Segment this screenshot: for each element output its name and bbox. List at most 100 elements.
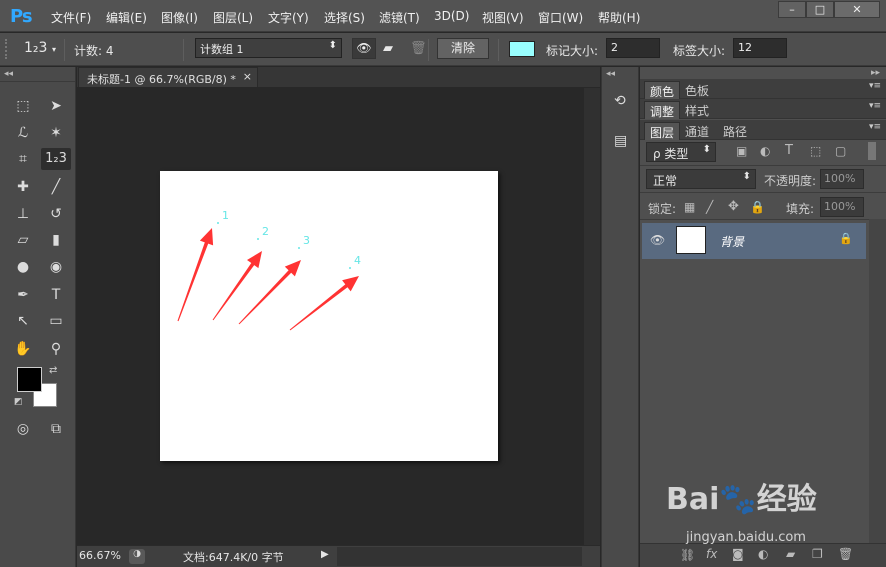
filter-adjust-icon[interactable]: ◐ bbox=[760, 144, 770, 158]
layers-scrollbar[interactable] bbox=[869, 219, 886, 543]
fill-input[interactable]: 100% bbox=[820, 197, 864, 217]
tab-close-icon[interactable]: × bbox=[243, 70, 252, 83]
tab-swatches[interactable]: 色板 bbox=[680, 81, 714, 99]
layer-row-background[interactable]: 👁 背景 🔒 bbox=[642, 223, 866, 259]
filter-toggle-switch[interactable] bbox=[868, 142, 876, 160]
panel-menu-icon[interactable]: ▾≡ bbox=[869, 122, 881, 132]
menu-image[interactable]: 图像(I) bbox=[161, 9, 198, 26]
default-colors-icon[interactable]: ◩ bbox=[14, 397, 23, 407]
tab-adjustments[interactable]: 调整 bbox=[644, 101, 681, 119]
gradient-tool-icon[interactable]: ▮ bbox=[44, 229, 68, 251]
folder-icon[interactable]: ▰ bbox=[383, 41, 393, 56]
history-panel-icon[interactable]: ⟲ bbox=[614, 93, 626, 109]
shape-tool-icon[interactable]: ▭ bbox=[44, 310, 68, 332]
pen-tool-icon[interactable]: ✒ bbox=[11, 284, 35, 306]
filter-type-icon[interactable]: T bbox=[785, 143, 793, 158]
clear-button[interactable]: 清除 bbox=[437, 38, 489, 59]
filter-shape-icon[interactable]: ⬚ bbox=[810, 144, 821, 158]
healing-brush-tool-icon[interactable]: ✚ bbox=[11, 176, 35, 198]
document-canvas[interactable]: 1 2 3 4 bbox=[160, 171, 498, 461]
history-brush-tool-icon[interactable]: ↺ bbox=[44, 203, 68, 225]
menu-filter[interactable]: 滤镜(T) bbox=[379, 9, 420, 26]
collapse-arrows-icon[interactable]: ◂◂ bbox=[4, 69, 13, 79]
dodge-tool-icon[interactable]: ◉ bbox=[44, 256, 68, 278]
new-layer-icon[interactable]: ❐ bbox=[812, 547, 823, 561]
preset-chevron-down-icon[interactable]: ▾ bbox=[52, 45, 56, 54]
lock-brush-icon[interactable]: ╱ bbox=[706, 200, 713, 214]
menu-layer[interactable]: 图层(L) bbox=[213, 9, 253, 26]
blend-mode-select[interactable]: 正常 ⬍ bbox=[646, 169, 756, 189]
panel-menu-icon[interactable]: ▾≡ bbox=[869, 81, 881, 91]
swap-colors-icon[interactable]: ⇄ bbox=[49, 365, 57, 376]
move-tool-icon[interactable]: ➤ bbox=[44, 95, 68, 117]
new-group-icon[interactable]: ▰ bbox=[786, 547, 795, 561]
path-selection-tool-icon[interactable]: ↖ bbox=[11, 310, 35, 332]
menu-window[interactable]: 窗口(W) bbox=[538, 9, 583, 26]
menu-type[interactable]: 文字(Y) bbox=[268, 9, 309, 26]
crop-tool-icon[interactable]: ⌗ bbox=[11, 148, 35, 170]
menu-help[interactable]: 帮助(H) bbox=[598, 9, 640, 26]
marquee-tool-icon[interactable]: ⬚ bbox=[11, 95, 35, 117]
status-menu-arrow-icon[interactable]: ▶ bbox=[321, 549, 329, 560]
menu-view[interactable]: 视图(V) bbox=[482, 9, 524, 26]
filter-pixel-icon[interactable]: ▣ bbox=[736, 144, 747, 158]
vertical-scrollbar[interactable] bbox=[584, 88, 600, 545]
maximize-button[interactable]: □ bbox=[806, 1, 834, 18]
status-share-icon[interactable]: ◑ bbox=[129, 549, 145, 564]
stamp-tool-icon[interactable]: ⊥ bbox=[11, 203, 35, 225]
horizontal-scrollbar[interactable] bbox=[337, 547, 582, 566]
count-marker-2[interactable] bbox=[257, 238, 259, 240]
delete-layer-icon[interactable]: 🗑 bbox=[838, 547, 853, 561]
count-tool-preset-icon[interactable]: 1₂3 bbox=[24, 40, 47, 56]
tab-channels[interactable]: 通道 bbox=[680, 122, 714, 140]
zoom-tool-icon[interactable]: ⚲ bbox=[44, 338, 68, 360]
screen-mode-icon[interactable]: ⧉ bbox=[44, 418, 68, 440]
filter-smart-icon[interactable]: ▢ bbox=[835, 144, 846, 158]
opacity-input[interactable]: 100% bbox=[820, 169, 864, 189]
count-tool-icon[interactable]: 1₂3 bbox=[41, 148, 71, 170]
layer-style-fx-icon[interactable]: fx bbox=[706, 547, 717, 561]
blur-tool-icon[interactable]: ● bbox=[11, 256, 35, 278]
panel-menu-icon[interactable]: ▾≡ bbox=[869, 101, 881, 111]
collapse-arrows-icon[interactable]: ◂◂ bbox=[606, 69, 615, 79]
layer-visibility-eye-icon[interactable]: 👁 bbox=[650, 233, 665, 247]
eraser-tool-icon[interactable]: ▱ bbox=[11, 229, 35, 251]
menu-3d[interactable]: 3D(D) bbox=[434, 9, 469, 23]
zoom-readout[interactable]: 66.67% bbox=[79, 549, 121, 562]
count-marker-4[interactable] bbox=[349, 267, 351, 269]
brush-tool-icon[interactable]: ╱ bbox=[44, 176, 68, 198]
menu-edit[interactable]: 编辑(E) bbox=[106, 9, 147, 26]
quick-mask-icon[interactable]: ◎ bbox=[11, 418, 35, 440]
add-mask-icon[interactable]: ◙ bbox=[732, 547, 744, 561]
count-marker-3[interactable] bbox=[298, 247, 300, 249]
tab-paths[interactable]: 路径 bbox=[718, 122, 752, 140]
magic-wand-tool-icon[interactable]: ✶ bbox=[44, 122, 68, 144]
count-marker-1[interactable] bbox=[217, 222, 219, 224]
label-size-input[interactable]: 12 bbox=[733, 38, 787, 58]
link-layers-icon[interactable]: ⛓ bbox=[680, 548, 695, 562]
marker-color-swatch[interactable] bbox=[509, 41, 535, 57]
foreground-color-swatch[interactable] bbox=[17, 367, 42, 392]
close-button[interactable]: ✕ bbox=[834, 1, 880, 18]
lock-transparency-icon[interactable]: ▦ bbox=[684, 200, 695, 214]
menu-file[interactable]: 文件(F) bbox=[51, 9, 91, 26]
hand-tool-icon[interactable]: ✋ bbox=[11, 338, 35, 360]
document-tab[interactable]: 未标题-1 @ 66.7%(RGB/8) * × bbox=[78, 67, 258, 87]
tab-color[interactable]: 颜色 bbox=[644, 81, 681, 99]
type-tool-icon[interactable]: T bbox=[44, 284, 68, 306]
layer-filter-select[interactable]: ρ 类型 ⬍ bbox=[646, 142, 716, 162]
expand-arrows-icon[interactable]: ▸▸ bbox=[871, 68, 880, 78]
lock-move-icon[interactable]: ✥ bbox=[728, 199, 739, 214]
layer-name[interactable]: 背景 bbox=[720, 233, 744, 250]
tab-layers[interactable]: 图层 bbox=[644, 122, 681, 140]
adjustment-layer-icon[interactable]: ◐ bbox=[758, 547, 768, 561]
eye-visibility-icon[interactable]: 👁 bbox=[352, 38, 376, 59]
lasso-tool-icon[interactable]: ℒ bbox=[11, 122, 35, 144]
tab-styles[interactable]: 样式 bbox=[680, 101, 714, 119]
menu-select[interactable]: 选择(S) bbox=[324, 9, 365, 26]
properties-panel-icon[interactable]: ▤ bbox=[614, 133, 627, 149]
count-group-select[interactable]: 计数组 1 ⬍ bbox=[195, 38, 342, 58]
grip-handle[interactable] bbox=[5, 39, 11, 59]
minimize-button[interactable]: – bbox=[778, 1, 806, 18]
marker-size-input[interactable]: 2 bbox=[606, 38, 660, 58]
